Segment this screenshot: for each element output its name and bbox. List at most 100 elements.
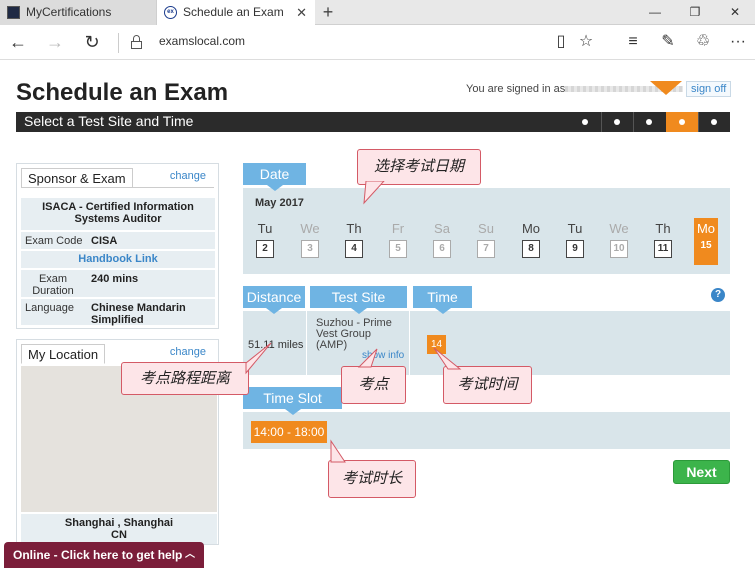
day-name: Th: [655, 221, 671, 236]
day-number: 6: [433, 240, 451, 258]
step-divider: [633, 112, 634, 132]
duration-row: Exam Duration 240 mins: [21, 270, 215, 297]
tab-schedule-exam[interactable]: ex Schedule an Exam ✕: [157, 0, 315, 25]
callout-date: 选择考试日期: [357, 149, 481, 185]
sponsor-exam-panel: Sponsor & Exam change ISACA - Certified …: [16, 163, 219, 329]
day-name: Mo: [696, 221, 716, 236]
duration-value: 240 mins: [91, 273, 139, 285]
exam-code-label: Exam Code: [25, 235, 83, 247]
more-icon[interactable]: ···: [727, 31, 749, 53]
duration-label: Exam Duration: [32, 273, 74, 297]
day-number: 8: [522, 240, 540, 258]
active-step-arrow: [650, 81, 682, 95]
sign-off-button[interactable]: sign off: [686, 81, 732, 97]
day-name: We: [300, 221, 320, 236]
day-10: We 10: [603, 221, 635, 258]
callout-distance: 考点路程距离: [121, 362, 249, 395]
day-number: 2: [256, 240, 274, 258]
callout-duration: 考试时长: [328, 460, 416, 498]
location-city: Shanghai , Shanghai: [64, 517, 174, 529]
web-note-icon[interactable]: ✎: [657, 31, 679, 53]
signed-in-text: You are signed in as: [466, 83, 566, 95]
divider: [306, 311, 307, 375]
tab-mycertifications[interactable]: MyCertifications: [0, 0, 157, 25]
step-2-dot: [614, 119, 620, 125]
next-button[interactable]: Next: [673, 460, 730, 484]
day-name: Sa: [434, 221, 450, 236]
url-text[interactable]: examslocal.com: [159, 34, 245, 48]
new-tab-button[interactable]: +: [318, 0, 338, 25]
change-sponsor-link[interactable]: change: [170, 170, 206, 182]
reading-view-icon[interactable]: ▯: [550, 31, 572, 53]
month-label: May 2017: [255, 197, 304, 209]
chevron-up-icon: ︿: [185, 549, 195, 560]
day-number: 10: [610, 240, 628, 258]
restore-button[interactable]: ❐: [675, 0, 715, 25]
step-progress-bar: Select a Test Site and Time: [16, 112, 730, 132]
step-1-dot: [582, 119, 588, 125]
day-4[interactable]: Th 4: [338, 221, 370, 258]
day-name: Th: [346, 221, 362, 236]
divider: [21, 187, 214, 188]
favorite-star-icon[interactable]: ☆: [575, 31, 597, 53]
page-content: Schedule an Exam You are signed in as si…: [0, 61, 755, 571]
refresh-icon[interactable]: ↻: [80, 31, 104, 55]
day-number: 5: [389, 240, 407, 258]
location-country: CN: [111, 529, 127, 541]
day-name: Mo: [521, 221, 541, 236]
divider: [118, 33, 119, 53]
language-label: Language: [25, 302, 74, 314]
test-site-tab: Test Site: [310, 286, 407, 314]
panel-heading: My Location: [21, 344, 106, 364]
exam-code-row: Exam Code CISA: [21, 232, 215, 249]
forward-icon[interactable]: →: [43, 31, 67, 55]
close-tab-icon[interactable]: ✕: [296, 0, 307, 25]
date-tab: Date: [243, 163, 306, 191]
step-5-dot: [711, 119, 717, 125]
day-15-selected[interactable]: Mo 15: [694, 218, 718, 265]
callout-tail: [363, 181, 385, 205]
minimize-button[interactable]: —: [635, 0, 675, 25]
day-8[interactable]: Mo 8: [515, 221, 547, 258]
address-bar: ← → ↻ examslocal.com ▯ ☆ ≡ ✎ ♲ ···: [0, 25, 755, 60]
day-9[interactable]: Tu 9: [559, 221, 591, 258]
day-name: Tu: [257, 221, 273, 236]
callout-time: 考试时间: [443, 366, 532, 404]
panel-heading: Sponsor & Exam: [21, 168, 133, 188]
divider: [409, 311, 410, 375]
step-title: Select a Test Site and Time: [24, 113, 194, 129]
callout-site: 考点: [341, 366, 406, 404]
day-name: We: [609, 221, 629, 236]
time-slot-button[interactable]: 14:00 - 18:00: [251, 421, 327, 443]
day-number: 15: [700, 240, 712, 251]
callout-tail: [357, 348, 378, 368]
online-help-button[interactable]: Online - Click here to get help ︿: [4, 542, 204, 568]
step-3-dot: [646, 119, 652, 125]
day-5: Fr 5: [382, 221, 414, 258]
hub-icon[interactable]: ≡: [622, 31, 644, 53]
distance-tab: Distance: [243, 286, 305, 314]
language-value: Chinese Mandarin Simplified: [91, 302, 186, 326]
close-window-button[interactable]: ✕: [715, 0, 755, 25]
chat-label: Online - Click here to get help: [13, 548, 183, 562]
change-location-link[interactable]: change: [170, 346, 206, 358]
day-2[interactable]: Tu 2: [249, 221, 281, 258]
site-favicon-icon: [7, 6, 20, 19]
day-number: 3: [301, 240, 319, 258]
location-text: Shanghai , Shanghai CN: [21, 514, 217, 544]
back-icon[interactable]: ←: [6, 31, 30, 55]
share-icon[interactable]: ♲: [692, 31, 714, 53]
exam-name: ISACA - Certified Information Systems Au…: [21, 198, 215, 230]
handbook-link[interactable]: Handbook Link: [21, 251, 215, 268]
day-number: 11: [654, 240, 672, 258]
time-slot-tab: Time Slot: [243, 387, 342, 415]
time-tab: Time: [413, 286, 472, 314]
day-name: Su: [478, 221, 494, 236]
exam-code-value: CISA: [91, 235, 118, 247]
page-title: Schedule an Exam: [16, 79, 229, 106]
step-4-dot: [679, 119, 685, 125]
callout-tail: [433, 347, 462, 370]
day-7: Su 7: [470, 221, 502, 258]
day-11[interactable]: Th 11: [647, 221, 679, 258]
help-icon[interactable]: ?: [711, 288, 725, 302]
